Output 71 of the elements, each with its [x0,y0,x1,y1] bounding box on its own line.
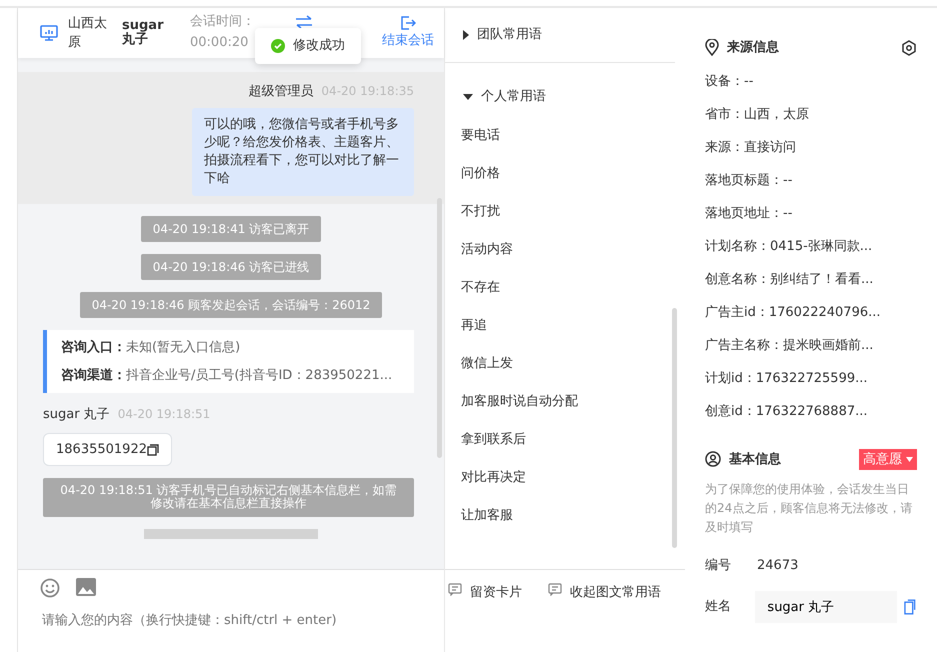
settings-icon[interactable] [901,40,917,56]
group-title: 个人常用语 [481,88,546,106]
caret-right-icon [463,30,469,40]
info-row-text: 广告主id：176022240796... [705,304,882,322]
location-text: 山西太原 [68,14,108,52]
info-row-text: 设备：-- [705,73,754,92]
end-session-button[interactable]: 结束会话 [382,15,434,51]
field-value: 未知(暂无入口信息) [126,340,240,356]
quick-reply-item[interactable]: 活动内容 [445,231,685,269]
image-icon[interactable] [76,578,96,596]
monitor-icon [40,25,58,41]
quick-reply-item[interactable]: 不存在 [445,269,685,307]
check-circle-icon [271,38,285,53]
system-notice: 04-20 19:18:41 访客已离开 [140,216,322,242]
quick-reply-item[interactable]: 对比再决定 [445,459,685,497]
info-row-text: 省市：山西，太原 [705,106,810,124]
exit-icon [400,15,416,32]
name-input[interactable]: sugar 丸子 [755,590,898,623]
field-label: 姓名 [705,598,732,616]
info-row-text: 计划id：176322725599... [705,370,869,388]
message-icon [448,583,462,596]
quick-reply-item[interactable]: 拿到联系后 [445,421,685,459]
info-row-text: 来源：直接访问 [705,139,797,158]
field-label: 咨询入口： [61,340,126,356]
copy-icon[interactable] [146,444,159,456]
caret-down-icon [463,94,473,100]
toolbar-button[interactable]: 收起图文常用语 [547,582,662,652]
group-title: 团队常用语 [477,26,542,44]
location-pin-icon [705,39,719,56]
visitor-name: sugar 丸子 [122,18,164,48]
scrollbar[interactable] [437,198,442,458]
sender-name: sugar 丸子 [43,406,110,424]
quick-reply-item[interactable]: 不打扰 [445,193,685,231]
quick-reply-item[interactable]: 要电话 [445,117,685,155]
sender-name: 超级管理员 [248,83,314,101]
system-notice: 04-20 19:18:46 顾客发起会话，会话编号：26012 [80,292,382,318]
field-label: 编号 [705,556,732,575]
session-time-label: 会话时间： [190,13,255,32]
user-circle-icon [705,451,721,468]
quick-reply-item[interactable]: 加客服时说自动分配 [445,383,685,421]
field-value: 24673 [757,556,798,575]
section-title: 基本信息 [729,450,781,468]
section-title: 来源信息 [727,39,779,57]
notice-text: 为了保障您的使用体验，会话发生当日的24点之后，顾客信息将无法修改，请及时填写 [705,481,914,536]
field-label: 咨询渠道： [61,368,126,383]
quick-reply-item[interactable]: 再追 [445,307,685,345]
phone-number: 18635501922 [56,440,147,459]
system-notice: 04-20 19:18:46 访客已进线 [140,254,322,280]
message-bubble: 可以的哦，您微信号或者手机号多少呢？给您发价格表、主题客片、拍摄流程看下，您可以对比了解一下哈 [192,108,414,196]
info-row-text: 创意id：176322768887... [705,403,869,422]
session-time-value: 00:00:20 [190,34,250,52]
info-row-text: 落地页地址：-- [705,205,794,224]
scrollbar[interactable] [672,308,677,548]
emoji-icon[interactable] [40,578,60,598]
toast-text: 修改成功 [293,37,345,55]
info-row-text: 计划名称：0415-张琳同款... [705,238,874,256]
info-row-text: 广告主名称：提米映画婚前... [705,337,874,356]
quick-reply-item[interactable]: 微信上发 [445,345,685,383]
toolbar-button[interactable]: 留资卡片 [447,582,523,652]
message-time: 04-20 19:18:51 [118,406,210,424]
transfer-icon[interactable] [295,15,313,29]
group-header[interactable]: 个人常用语 [445,77,685,117]
info-row-text: 落地页标题：-- [705,172,794,190]
quick-reply-item[interactable]: 问价格 [445,155,685,193]
caret-down-icon [906,456,913,462]
message-icon [548,583,562,596]
field-value: 抖音企业号/员工号(抖音号ID：283950221... [126,368,392,383]
quick-reply-item[interactable]: 让加客服 [445,497,685,535]
system-notice: 04-20 19:18:51 访客手机号已自动标记右侧基本信息栏，如需修改请在基本信息栏直接操作 [43,478,414,517]
info-row-text: 创意名称：别纠结了！看看... [705,271,874,290]
group-header[interactable]: 团队常用语 [445,8,675,63]
